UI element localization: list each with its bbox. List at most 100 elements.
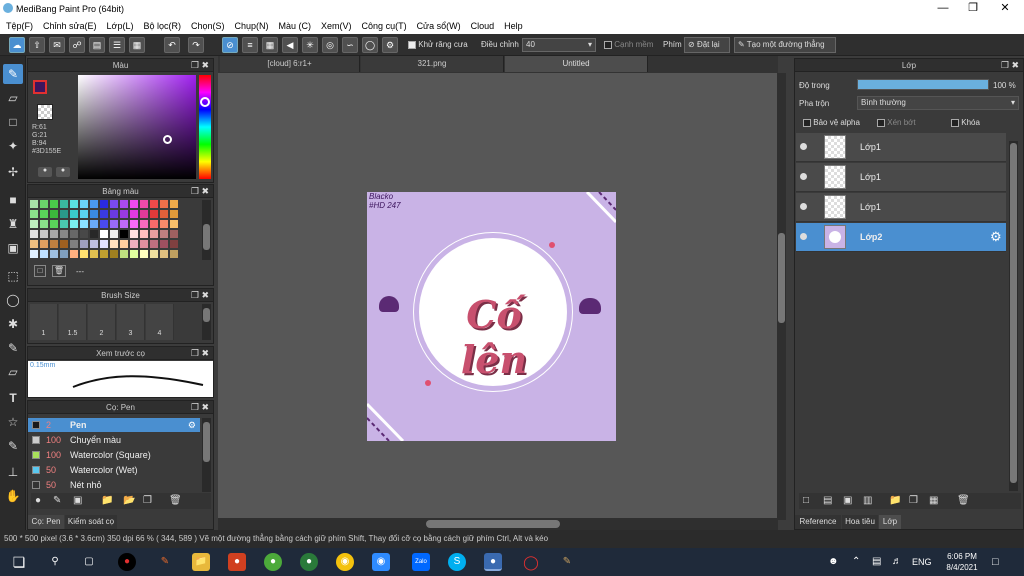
panel-close-icon[interactable]: ❐ ✖ xyxy=(191,347,209,360)
palette-swatch[interactable] xyxy=(60,240,68,248)
other-app-icon[interactable]: ● xyxy=(300,553,318,571)
tab-untitled[interactable]: Untitled xyxy=(505,56,648,72)
palette-swatch[interactable] xyxy=(120,210,128,218)
palette-swatch[interactable] xyxy=(30,200,38,208)
tab-brush[interactable]: Cọ: Pen xyxy=(28,515,64,529)
palette-swatch[interactable] xyxy=(110,200,118,208)
palette-swatch[interactable] xyxy=(100,210,108,218)
new-halftone-layer-icon[interactable]: ▤ xyxy=(823,495,832,506)
brush-settings-icon[interactable]: ⚙ xyxy=(188,418,196,432)
correction-select[interactable]: 40 ▾ xyxy=(522,38,596,52)
page-icon[interactable]: ▤ xyxy=(89,37,105,53)
palette-swatch[interactable] xyxy=(60,220,68,228)
menu-color[interactable]: Màu (C) xyxy=(279,21,312,31)
palette-swatch[interactable] xyxy=(170,230,178,238)
antialias-checkbox[interactable] xyxy=(408,40,416,49)
primary-color-swatch[interactable] xyxy=(33,80,47,94)
layer-row[interactable]: Lớp1 xyxy=(796,133,1006,162)
game-app-icon[interactable]: ● xyxy=(264,553,282,571)
palette-swatch[interactable] xyxy=(160,200,168,208)
palette-swatch[interactable] xyxy=(140,220,148,228)
layer-row-selected[interactable]: Lớp2 ⚙ xyxy=(796,223,1006,252)
coccoc-icon[interactable]: ● xyxy=(228,553,246,571)
eye-icon[interactable] xyxy=(800,143,807,150)
lock-checkbox[interactable] xyxy=(951,118,959,127)
network-icon[interactable]: ▤ xyxy=(872,556,881,567)
palette-swatch[interactable] xyxy=(90,250,98,258)
close-button[interactable]: ✕ xyxy=(990,0,1020,17)
saturation-value-picker[interactable] xyxy=(78,75,196,179)
palette-swatch[interactable] xyxy=(120,200,128,208)
palette-swatch[interactable] xyxy=(120,220,128,228)
palette-swatch[interactable] xyxy=(70,200,78,208)
palette-swatch[interactable] xyxy=(80,230,88,238)
palette-swatch[interactable] xyxy=(30,210,38,218)
magic-wand-tool-icon[interactable]: ✱ xyxy=(3,314,23,334)
chevron-up-icon[interactable]: ⌃ xyxy=(852,556,860,567)
palette-swatch[interactable] xyxy=(100,220,108,228)
palette-swatch[interactable] xyxy=(160,210,168,218)
tab-reference[interactable]: Reference xyxy=(795,515,841,529)
palette-swatch[interactable] xyxy=(70,230,78,238)
palette-swatch[interactable] xyxy=(30,240,38,248)
palette-swatch[interactable] xyxy=(170,250,178,258)
delete-brush-icon[interactable]: 🗑 xyxy=(169,495,182,506)
copy-brush-icon[interactable]: ❐ xyxy=(143,495,152,506)
opacity-slider[interactable] xyxy=(857,79,989,90)
notification-icon[interactable]: □ xyxy=(992,556,999,568)
palette-swatch[interactable] xyxy=(50,210,58,218)
pencil-app-icon[interactable]: ✎ xyxy=(156,553,174,571)
menu-window[interactable]: Cửa sổ(W) xyxy=(417,21,461,31)
skype-icon[interactable]: S xyxy=(448,553,466,571)
task-view-icon[interactable]: ▢ xyxy=(80,553,98,571)
palette-swatch[interactable] xyxy=(160,220,168,228)
tab-navigator[interactable]: Hoa tiêu xyxy=(842,515,878,529)
palette-swatch[interactable] xyxy=(110,220,118,228)
share-icon[interactable]: ☍ xyxy=(69,37,85,53)
add-color-icon[interactable]: ● xyxy=(38,167,52,177)
radial-snap-icon[interactable]: ✳ xyxy=(302,37,318,53)
palette-swatch[interactable] xyxy=(50,240,58,248)
gradient-tool-icon[interactable]: ▣ xyxy=(3,238,23,258)
new-8bit-layer-icon[interactable]: ▣ xyxy=(843,495,852,506)
palette-swatch[interactable] xyxy=(110,250,118,258)
panel-close-icon[interactable]: ❐ ✖ xyxy=(191,401,209,414)
minimize-button[interactable]: — xyxy=(928,0,958,17)
palette-swatch[interactable] xyxy=(50,250,58,258)
people-icon[interactable]: ☻ xyxy=(828,556,839,567)
move-tool-icon[interactable]: ✢ xyxy=(3,162,23,182)
palette-swatch[interactable] xyxy=(80,200,88,208)
new-palette-icon[interactable]: □ xyxy=(34,265,46,277)
palette-swatch[interactable] xyxy=(60,230,68,238)
opera-icon[interactable]: ◯ xyxy=(522,553,540,571)
menu-layer[interactable]: Lớp(L) xyxy=(107,21,134,31)
brush-item[interactable]: 100 Chuyển màu xyxy=(28,433,200,447)
menu-tools[interactable]: Công cụ(T) xyxy=(362,21,407,31)
palette-swatch[interactable] xyxy=(130,250,138,258)
palette-swatch[interactable] xyxy=(140,200,148,208)
palette-swatch[interactable] xyxy=(170,200,178,208)
rectangle-tool-icon[interactable]: □ xyxy=(3,112,23,132)
hue-cursor[interactable] xyxy=(200,97,210,107)
protect-alpha-checkbox[interactable] xyxy=(803,118,811,127)
eyedropper-tool-icon[interactable]: ⊥ xyxy=(3,462,23,482)
reset-button[interactable]: ⊘ Đặt lại xyxy=(684,37,730,53)
palette-swatch[interactable] xyxy=(130,210,138,218)
folder-open-icon[interactable]: 📂 xyxy=(123,495,135,506)
palette-swatch[interactable] xyxy=(40,210,48,218)
fill-rect-tool-icon[interactable]: ■ xyxy=(3,190,23,210)
drawing-canvas[interactable]: Cố lên Blacko #HD 247 xyxy=(367,192,616,441)
palette-swatch[interactable] xyxy=(80,220,88,228)
palette-swatch[interactable] xyxy=(90,210,98,218)
palette-swatch[interactable] xyxy=(80,240,88,248)
layer-settings-icon[interactable]: ⚙ xyxy=(990,229,1002,245)
palette-swatch[interactable] xyxy=(110,230,118,238)
merge-layer-icon[interactable]: ▦ xyxy=(929,495,938,506)
palette-swatch[interactable] xyxy=(130,240,138,248)
palette-swatch[interactable] xyxy=(130,200,138,208)
lasso-tool-icon[interactable]: ◯ xyxy=(3,290,23,310)
menu-cloud[interactable]: Cloud xyxy=(471,21,495,31)
brush-tool-icon[interactable]: ✎ xyxy=(3,64,23,84)
duplicate-layer-icon[interactable]: ❐ xyxy=(909,495,918,506)
straight-line-button[interactable]: ✎ Tạo một đường thẳng xyxy=(734,37,836,53)
